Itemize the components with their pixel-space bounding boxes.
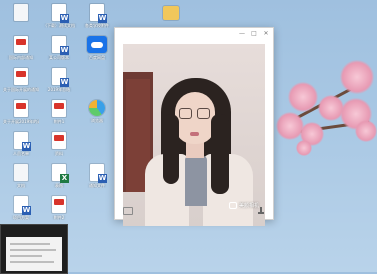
desktop-icon-doc[interactable]: [4, 4, 38, 40]
desktop-icon-word[interactable]: 各类学校附件: [80, 4, 114, 40]
word-file-icon: [14, 196, 31, 215]
icon-label: 通知文件: [89, 183, 105, 188]
glasses-left: [179, 108, 192, 119]
folder-icon: [163, 6, 179, 20]
close-button[interactable]: ✕: [263, 31, 269, 37]
word-file-icon: [90, 164, 107, 183]
document-icon: [14, 4, 28, 21]
desktop-icon-doc[interactable]: 文档: [4, 164, 38, 200]
person-hair-right: [211, 114, 229, 194]
icon-label: 表格: [55, 183, 63, 188]
desktop-icon-pdf[interactable]: 关于国际开展的通知: [3, 68, 39, 104]
person-mouth: [190, 132, 199, 136]
download-icon[interactable]: [257, 207, 265, 215]
maximize-button[interactable]: □: [251, 31, 257, 37]
window-titlebar: — □ ✕: [115, 28, 273, 40]
thumbnail-line: [10, 243, 50, 245]
desktop-icon-pdf[interactable]: 附件1: [42, 100, 76, 136]
icon-label: 2019年总结: [47, 87, 71, 92]
desktop-icon-word[interactable]: （下载）测试文档: [42, 4, 76, 40]
pdf-file-icon: [14, 68, 28, 85]
minimize-button[interactable]: —: [239, 31, 245, 37]
desktop-icon-browser[interactable]: 浏览器: [80, 100, 114, 136]
video-frame[interactable]: 美颜相机: [123, 44, 265, 226]
blossom-flower: [355, 120, 377, 142]
thumbnail-line: [10, 255, 42, 257]
window-thumbnail[interactable]: [0, 224, 68, 274]
thumbnail-content: [6, 237, 62, 271]
pdf-file-icon: [52, 132, 66, 149]
desktop-icon-pdf[interactable]: 资料: [42, 132, 76, 168]
icon-label: 关于国际开展的通知: [3, 87, 39, 92]
icon-label: 浏览器: [91, 118, 103, 123]
word-file-icon: [14, 132, 31, 151]
blossom-flower: [288, 82, 318, 112]
desktop-icon-excel[interactable]: 表格: [42, 164, 76, 200]
pdf-file-icon: [14, 100, 28, 117]
desktop-icon-word[interactable]: 某公司版本: [42, 36, 76, 72]
word-file-icon: [52, 4, 69, 23]
blossom-flower: [296, 140, 312, 156]
desktop-icon-word[interactable]: 人员名单: [4, 132, 38, 168]
video-controls: [123, 206, 265, 216]
icon-label: 各类学校附件: [85, 23, 109, 28]
desktop-icon-pdf[interactable]: 关于开展2019年的通知: [3, 100, 39, 136]
video-player-window[interactable]: — □ ✕ 美颜相机: [114, 27, 274, 226]
icon-label: 项目方案: [13, 215, 29, 220]
pdf-file-icon: [52, 100, 66, 117]
pdf-file-icon: [52, 196, 66, 213]
browser-icon: [89, 100, 105, 116]
icon-label: 附件1: [53, 119, 65, 124]
person-neck: [186, 142, 204, 158]
cloud-drive-icon: [87, 36, 107, 53]
word-file-icon: [90, 4, 107, 23]
word-file-icon: [52, 36, 69, 55]
icon-label: 资料: [55, 151, 63, 156]
icon-label: （下载）测试文档: [43, 23, 75, 28]
icon-label: 国际内部通知: [9, 55, 33, 60]
excel-file-icon: [52, 164, 69, 183]
thumbnail-line: [10, 261, 54, 263]
glasses-right: [197, 108, 210, 119]
icon-label: 附件2: [53, 215, 65, 220]
thumbnail-line: [10, 249, 56, 251]
pdf-file-icon: [14, 36, 28, 53]
icon-label: 关于开展2019年的通知: [3, 119, 39, 124]
icon-label: 人员名单: [13, 151, 29, 156]
document-icon: [14, 164, 28, 181]
blossom-flower: [340, 60, 374, 94]
icon-label: 某公司版本: [49, 55, 69, 60]
desktop-icon-word[interactable]: 2019年总结: [42, 68, 76, 104]
icon-label: 百度网盘: [89, 55, 105, 60]
person-top: [185, 156, 207, 206]
screen-icon[interactable]: [123, 207, 133, 215]
word-file-icon: [52, 68, 69, 87]
icon-label: 文档: [17, 183, 25, 188]
desktop-icon-cloud[interactable]: 百度网盘: [80, 36, 114, 72]
person-hair-left: [163, 114, 179, 184]
desktop-icon-word[interactable]: 通知文件: [80, 164, 114, 200]
desktop-icon-pdf[interactable]: 国际内部通知: [4, 36, 38, 72]
